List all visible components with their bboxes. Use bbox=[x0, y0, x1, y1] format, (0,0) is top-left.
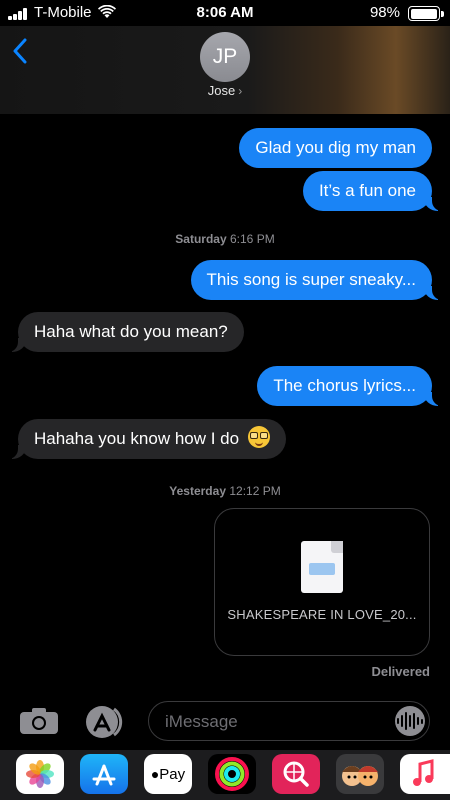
audio-record-icon[interactable] bbox=[395, 706, 425, 736]
chevron-left-icon[interactable] bbox=[12, 38, 28, 64]
conversation-header: JP Jose › bbox=[0, 26, 450, 114]
received-message[interactable]: Hahaha you know how I do bbox=[4, 419, 286, 459]
avatar[interactable]: JP bbox=[200, 32, 250, 82]
photos-app-icon[interactable] bbox=[16, 754, 64, 794]
app-store-app-icon[interactable] bbox=[80, 754, 128, 794]
activity-app-icon[interactable] bbox=[208, 754, 256, 794]
sent-message[interactable]: The chorus lyrics... bbox=[257, 366, 446, 406]
message-input-field[interactable] bbox=[148, 701, 430, 741]
camera-icon[interactable] bbox=[18, 706, 60, 736]
audio-file-icon bbox=[301, 541, 343, 593]
web-images-app-icon[interactable] bbox=[272, 754, 320, 794]
app-drawer: ●Pay bbox=[0, 750, 450, 800]
battery-icon bbox=[408, 6, 444, 21]
delivery-status: Delivered bbox=[371, 664, 430, 679]
nerd-face-emoji-icon bbox=[247, 426, 270, 448]
sent-message[interactable]: Glad you dig my man bbox=[239, 128, 432, 168]
audio-attachment[interactable]: SHAKESPEARE IN LOVE_20... bbox=[214, 508, 430, 656]
compose-bar bbox=[0, 700, 450, 744]
sent-message[interactable]: It’s a fun one bbox=[302, 171, 447, 211]
message-text: Hahaha you know how I do bbox=[34, 429, 240, 448]
received-message[interactable]: Haha what do you mean? bbox=[4, 312, 244, 352]
battery-percentage: 98% bbox=[369, 4, 400, 21]
timestamp: Saturday 6:16 PM bbox=[175, 232, 275, 246]
attachment-file-name: SHAKESPEARE IN LOVE_20... bbox=[227, 607, 417, 622]
apple-pay-app-icon[interactable]: ●Pay bbox=[144, 754, 192, 794]
app-store-icon[interactable] bbox=[84, 704, 128, 740]
sent-message[interactable]: This song is super sneaky... bbox=[190, 260, 447, 300]
contact-name-button[interactable]: Jose › bbox=[0, 83, 450, 98]
message-input[interactable] bbox=[163, 710, 387, 734]
timestamp: Yesterday 12:12 PM bbox=[169, 484, 281, 498]
music-app-icon[interactable] bbox=[400, 754, 450, 794]
status-bar: T-Mobile 8:06 AM 98% bbox=[0, 0, 450, 26]
contact-name: Jose bbox=[207, 83, 236, 98]
chevron-right-icon: › bbox=[238, 84, 243, 98]
memoji-app-icon[interactable] bbox=[336, 754, 384, 794]
